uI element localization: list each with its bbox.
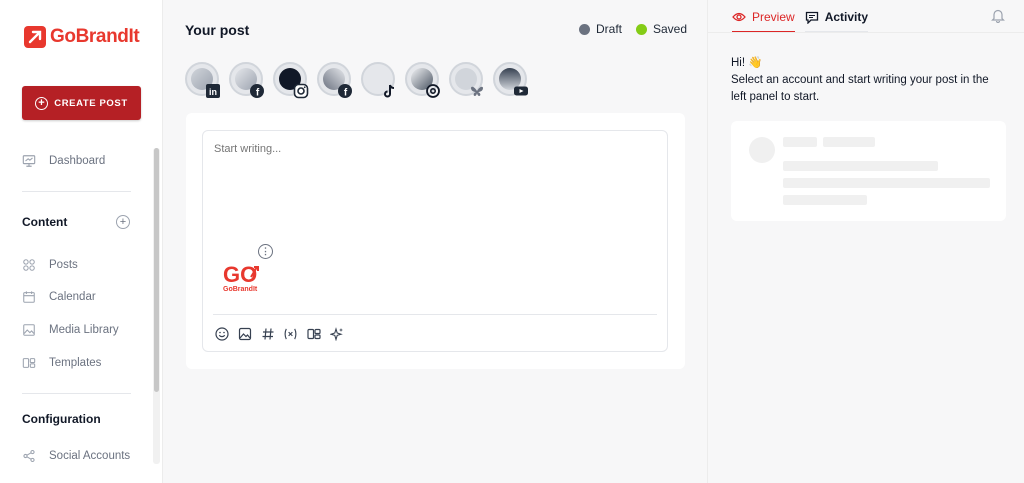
tiktok-icon — [380, 82, 398, 100]
sidebar-scrollbar[interactable] — [154, 148, 159, 392]
sidebar-item-media-library[interactable]: Media Library — [22, 323, 119, 337]
status-draft-label: Draft — [596, 22, 623, 36]
account-selector: in f f — [185, 62, 528, 99]
svg-text:in: in — [209, 87, 217, 97]
account-avatar-instagram[interactable] — [273, 62, 309, 99]
skeleton-avatar — [749, 137, 775, 163]
dashboard-icon — [22, 155, 36, 167]
editor-divider — [213, 314, 657, 315]
preview-hint: Hi! 👋 Select an account and start writin… — [731, 55, 1001, 106]
brand-logo-icon — [24, 26, 46, 48]
tab-activity[interactable]: Activity — [804, 10, 869, 33]
status-saved-label: Saved — [653, 22, 688, 36]
sidebar-item-templates[interactable]: Templates — [22, 356, 101, 370]
greeting: Hi! 👋 — [731, 57, 763, 69]
linkedin-icon: in — [204, 82, 222, 100]
account-avatar-threads[interactable] — [405, 62, 440, 98]
hashtag-icon[interactable] — [260, 326, 275, 341]
threads-icon — [424, 82, 442, 100]
sidebar-item-label: Templates — [49, 357, 102, 369]
eye-icon — [732, 12, 746, 22]
youtube-icon — [512, 82, 530, 100]
account-avatar-facebook-2[interactable]: f — [317, 62, 352, 99]
instagram-icon — [292, 82, 310, 100]
emoji-icon[interactable] — [214, 326, 229, 341]
media-more-icon[interactable]: ⋮ — [258, 244, 273, 259]
sidebar-item-label: Calendar — [49, 291, 96, 303]
bell-icon[interactable] — [991, 8, 1005, 28]
editor-toolbar — [214, 326, 344, 341]
template-insert-icon[interactable] — [306, 326, 321, 341]
variable-icon[interactable] — [283, 326, 298, 341]
grid-icon — [23, 259, 35, 271]
status-saved: Saved — [636, 22, 687, 36]
tab-preview[interactable]: Preview — [732, 10, 795, 33]
account-avatar-bluesky[interactable] — [449, 62, 483, 96]
image-upload-icon[interactable] — [237, 326, 252, 341]
account-avatar-tiktok[interactable] — [361, 62, 395, 98]
sidebar-item-social-accounts[interactable]: Social Accounts — [22, 449, 130, 463]
preview-tabs: Preview Activity — [732, 10, 869, 33]
skeleton-preview — [731, 121, 1006, 221]
tabs-divider — [708, 32, 1024, 33]
brand-name: GoBrandIt — [50, 26, 140, 47]
create-post-button[interactable]: + CREATE POST — [22, 86, 141, 120]
add-content-icon[interactable]: + — [116, 215, 130, 229]
share-icon — [23, 449, 35, 463]
message-icon — [805, 11, 818, 24]
skeleton-line — [823, 137, 875, 147]
account-avatar-facebook[interactable]: f — [229, 62, 264, 99]
brand-logo[interactable]: GoBrandIt — [24, 26, 140, 48]
plus-circle-icon: + — [35, 96, 49, 110]
tab-preview-label: Preview — [752, 10, 795, 24]
post-editor[interactable]: GO GoBrandIt ⋮ — [202, 130, 668, 352]
skeleton-line — [783, 161, 938, 171]
preview-panel: Preview Activity Hi! 👋 Select an account… — [707, 0, 1024, 483]
sidebar-divider — [22, 393, 131, 394]
sidebar-item-dashboard[interactable]: Dashboard — [22, 154, 105, 168]
media-attachment[interactable]: GO GoBrandIt — [221, 259, 269, 297]
content-section-title: Content — [22, 215, 68, 229]
sidebar-item-calendar[interactable]: Calendar — [22, 290, 96, 304]
ai-sparkle-icon[interactable] — [329, 326, 344, 341]
facebook-icon: f — [248, 82, 266, 100]
status-draft: Draft — [579, 22, 622, 36]
hint-text: Select an account and start writing your… — [731, 74, 989, 103]
skeleton-line — [783, 195, 867, 205]
facebook-icon: f — [336, 82, 354, 100]
image-icon — [23, 324, 35, 336]
page-title: Your post — [185, 22, 250, 38]
sidebar-item-label: Media Library — [49, 324, 119, 336]
configuration-section-title: Configuration — [22, 412, 101, 426]
create-post-label: CREATE POST — [54, 97, 128, 109]
account-avatar-youtube[interactable] — [493, 62, 528, 96]
post-text-input[interactable] — [214, 143, 634, 155]
saved-dot-icon — [636, 23, 647, 35]
calendar-icon — [23, 291, 35, 303]
bluesky-icon — [468, 82, 486, 100]
media-caption: GoBrandIt — [223, 286, 258, 293]
sidebar-item-posts[interactable]: Posts — [22, 258, 78, 272]
skeleton-line — [783, 137, 817, 147]
tab-activity-label: Activity — [824, 10, 869, 24]
sidebar-item-label: Social Accounts — [49, 450, 131, 462]
sidebar: GoBrandIt + CREATE POST Dashboard Conten… — [0, 0, 163, 483]
account-avatar-linkedin[interactable]: in — [185, 62, 220, 98]
draft-dot-icon — [579, 23, 590, 35]
skeleton-line — [783, 178, 990, 188]
sidebar-item-label: Dashboard — [49, 155, 106, 167]
sidebar-item-label: Posts — [49, 259, 78, 271]
templates-icon — [22, 358, 36, 368]
sidebar-divider — [22, 191, 131, 192]
